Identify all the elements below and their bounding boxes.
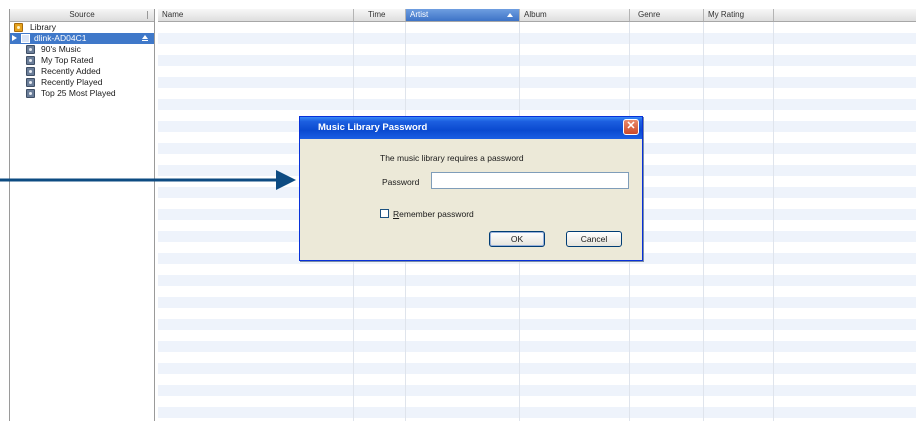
- sidebar-item-label: Library: [30, 22, 56, 32]
- sidebar-item-my-top-rated[interactable]: My Top Rated: [10, 55, 154, 66]
- column-header-album[interactable]: Album: [520, 9, 630, 21]
- password-field[interactable]: [431, 172, 629, 189]
- close-icon: ✕: [626, 120, 636, 132]
- sidebar-item-label: 90's Music: [41, 44, 81, 54]
- column-header-artist[interactable]: Artist: [406, 9, 520, 21]
- sort-ascending-icon: [507, 13, 513, 17]
- column-header-empty: [774, 9, 916, 21]
- source-header-label: Source: [69, 10, 95, 19]
- column-header-name[interactable]: Name: [158, 9, 354, 21]
- ok-button[interactable]: OK: [489, 231, 545, 247]
- sidebar-item-recently-played[interactable]: Recently Played: [10, 77, 154, 88]
- callout-arrow: [0, 170, 296, 190]
- sidebar-item-label: Top 25 Most Played: [41, 88, 116, 98]
- column-header-my-rating[interactable]: My Rating: [704, 9, 774, 21]
- sidebar-item-label: My Top Rated: [41, 55, 94, 65]
- dialog-body: The music library requires a password Pa…: [300, 139, 642, 260]
- source-column-header[interactable]: Source: [10, 9, 154, 22]
- sidebar-item-shared-library[interactable]: dlink-AD04C1: [10, 33, 154, 44]
- playlist-icon: [26, 78, 35, 87]
- playlist-icon: [26, 56, 35, 65]
- playlist-icon: [26, 67, 35, 76]
- sidebar-item-recently-added[interactable]: Recently Added: [10, 66, 154, 77]
- source-list: Source Library dlink-AD04C1 90's Music M…: [9, 9, 155, 421]
- dialog-titlebar[interactable]: Music Library Password ✕: [300, 117, 642, 139]
- music-library-password-dialog: Music Library Password ✕ The music libra…: [299, 116, 643, 261]
- sidebar-item-label: Recently Played: [41, 77, 103, 87]
- password-label: Password: [382, 177, 420, 187]
- sidebar-item-90s-music[interactable]: 90's Music: [10, 44, 154, 55]
- library-icon: [14, 23, 23, 32]
- column-header-time[interactable]: Time: [354, 9, 406, 21]
- shared-library-icon: [21, 34, 30, 43]
- track-list-header: Name Time Artist Album Genre My Rating: [158, 9, 916, 22]
- column-divider: [703, 22, 704, 421]
- dialog-message: The music library requires a password: [380, 153, 524, 163]
- close-button[interactable]: ✕: [623, 119, 639, 135]
- itunes-window: Source Library dlink-AD04C1 90's Music M…: [0, 0, 916, 421]
- column-divider: [773, 22, 774, 421]
- playlist-icon: [26, 89, 35, 98]
- sidebar-item-label: Recently Added: [41, 66, 101, 76]
- column-resize-handle[interactable]: [147, 11, 148, 19]
- playlist-icon: [26, 45, 35, 54]
- eject-icon[interactable]: [142, 35, 148, 42]
- checkbox-box[interactable]: [380, 209, 389, 218]
- remember-password-label: Remember password: [393, 209, 474, 219]
- disclosure-triangle-icon[interactable]: [12, 35, 17, 41]
- sidebar-item-top-25-most-played[interactable]: Top 25 Most Played: [10, 88, 154, 99]
- sidebar-item-library[interactable]: Library: [10, 22, 154, 33]
- sidebar-item-label: dlink-AD04C1: [34, 33, 87, 43]
- cancel-button[interactable]: Cancel: [566, 231, 622, 247]
- dialog-title: Music Library Password: [318, 122, 428, 133]
- column-header-genre[interactable]: Genre: [630, 9, 704, 21]
